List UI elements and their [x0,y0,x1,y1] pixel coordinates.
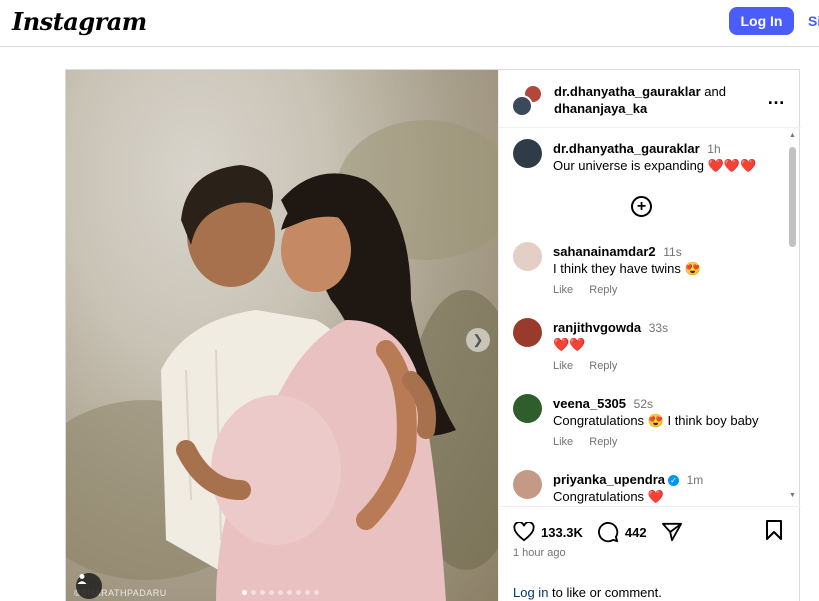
like-comment-button[interactable]: Like [553,284,573,296]
avatar-primary [511,95,533,117]
scrollbar-thumb[interactable] [789,147,796,247]
carousel-dot [296,590,301,595]
post-timestamp[interactable]: 1 hour ago [513,547,566,559]
more-options-icon[interactable]: … [767,88,786,109]
carousel-next-button[interactable]: ❯ [466,328,490,352]
comments-list: dr.dhanyatha_gauraklar 1h Our universe i… [499,128,801,506]
verified-badge-icon: ✓ [668,475,679,487]
user-icon [77,574,87,584]
reply-button[interactable]: Reply [589,436,617,448]
reply-button[interactable]: Reply [589,284,617,296]
comment-text: ❤️❤️ [553,337,586,352]
scroll-down-arrow-icon[interactable]: ▼ [789,492,796,499]
carousel-dot [287,590,292,595]
comment-icon[interactable] [597,521,619,543]
carousel-dot [242,590,247,595]
couple-photo-illustration [66,120,498,601]
comment-time: 11s [663,245,682,259]
author-joiner: and [704,84,726,99]
comment-time: 52s [633,397,653,411]
like-comment-button[interactable]: Like [553,360,573,372]
heart-icon[interactable] [513,522,535,542]
load-more-comments-icon[interactable]: + [631,196,652,217]
author-username-primary[interactable]: dr.dhanyatha_gauraklar [554,84,701,99]
carousel-dots [242,590,319,595]
login-button[interactable]: Log In [729,7,794,35]
carousel-dot [269,590,274,595]
reply-button[interactable]: Reply [589,360,617,372]
post-actions: 133.3K 442 1 hour ago Log in to like or … [499,506,801,601]
instagram-logo[interactable]: Instagram [12,7,147,36]
bookmark-icon[interactable] [765,520,783,545]
tagged-users-button[interactable] [76,573,102,599]
share-icon[interactable] [661,522,683,542]
login-prompt: Log in to like or comment. [513,585,662,600]
comment-username[interactable]: veena_5305 [553,396,626,411]
carousel-dot [314,590,319,595]
post-authors: dr.dhanyatha_gauraklar and dhananjaya_ka [554,83,726,117]
caption-time: 1h [707,142,721,156]
carousel-dot [260,590,265,595]
caption-username[interactable]: dr.dhanyatha_gauraklar [553,141,700,156]
comment-text: Congratulations 😍 I think boy baby [553,413,759,428]
login-prompt-text: to like or comment. [548,585,662,600]
login-link[interactable]: Log in [513,585,548,600]
comment-count: 442 [624,524,647,540]
comment-text: Congratulations ❤️ [553,489,664,504]
post-photo[interactable]: ©SHARATHPADARU ❯ [66,70,498,601]
comment-username[interactable]: sahanainamdar2 [553,244,656,259]
comment-text: I think they have twins 😍 [553,261,701,276]
chevron-right-icon: ❯ [472,332,484,347]
author-avatars[interactable] [511,84,543,117]
comments-scrollbar[interactable]: ▲ ▼ [787,130,797,504]
post-card: ©SHARATHPADARU ❯ dr.dhanyatha_gauraklar … [65,69,801,601]
avatar[interactable] [513,470,542,499]
avatar[interactable] [513,394,542,423]
caption-text: Our universe is expanding ❤️❤️❤️ [553,158,757,173]
likes-count[interactable]: 133.3K [541,525,583,540]
like-comment-button[interactable]: Like [553,436,573,448]
carousel-dot [305,590,310,595]
avatar[interactable] [513,242,542,271]
top-nav-bar: Instagram Log In Si [0,0,819,47]
avatar[interactable] [513,139,542,168]
carousel-dot [278,590,283,595]
post-header: dr.dhanyatha_gauraklar and dhananjaya_ka… [499,70,801,128]
comment-username[interactable]: ranjithvgowda [553,320,641,335]
comment-time: 1m [686,473,704,487]
comment-time: 33s [648,321,669,335]
post-sidebar: dr.dhanyatha_gauraklar and dhananjaya_ka… [498,70,801,601]
author-username-secondary[interactable]: dhananjaya_ka [554,101,647,116]
avatar[interactable] [513,318,542,347]
signup-link[interactable]: Si [808,13,819,29]
comment-username[interactable]: priyanka_upendra [553,472,665,487]
scroll-up-arrow-icon[interactable]: ▲ [789,132,796,139]
carousel-dot [251,590,256,595]
